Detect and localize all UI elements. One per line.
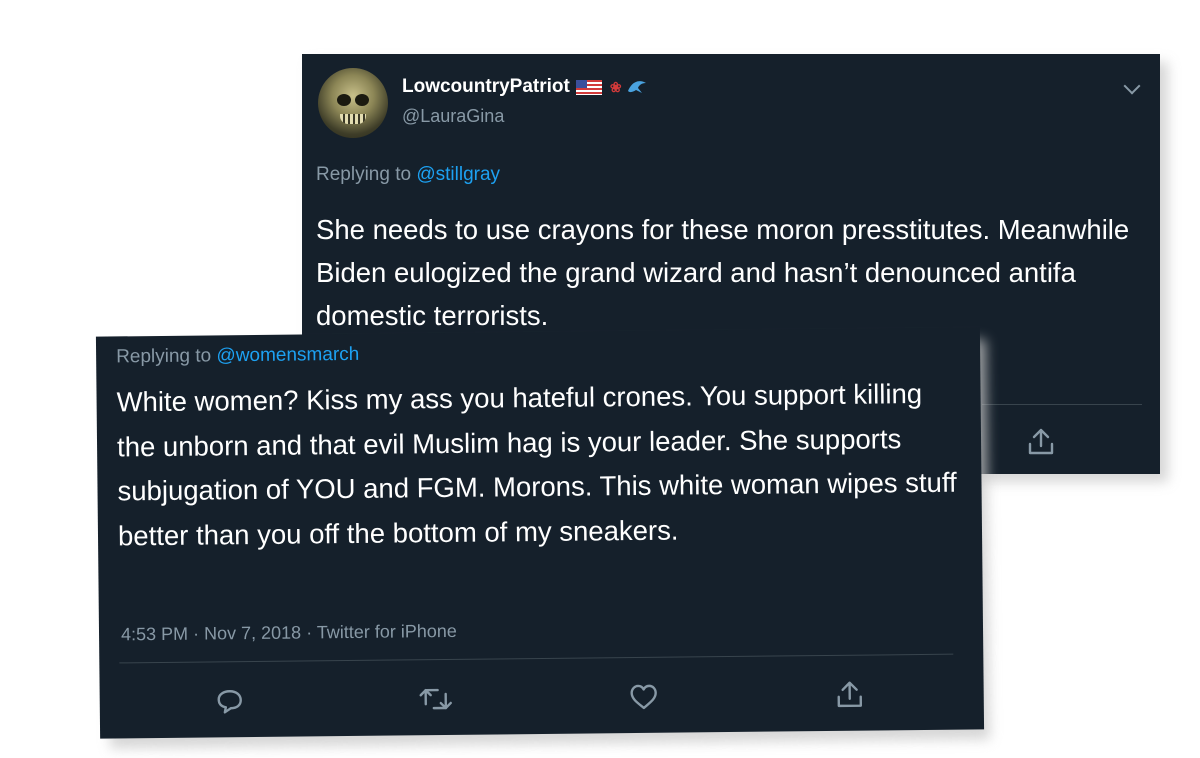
replying-to-line: Replying to @womensmarch [116,344,359,369]
replying-prefix: Replying to [116,345,212,368]
tweet-timestamp[interactable]: 4:53 PM · Nov 7, 2018 · Twitter for iPho… [121,621,457,646]
chevron-down-icon[interactable] [1123,77,1141,95]
divider [982,404,1142,405]
display-name-row[interactable]: LowcountryPatriot ❀ [402,76,648,98]
replying-to-mention[interactable]: @stillgray [416,164,500,185]
display-name[interactable]: LowcountryPatriot [402,76,570,98]
retweet-button[interactable] [416,679,456,719]
like-button[interactable] [624,677,664,717]
replying-to-mention[interactable]: @womensmarch [216,344,359,366]
skull-eye-left [337,94,351,106]
tweet-text: White women? Kiss my ass you hateful cro… [116,377,957,551]
us-flag-icon [575,79,602,95]
like-icon [630,684,657,710]
share-button[interactable] [830,675,870,715]
tweet-actions-bar [120,674,954,723]
share-icon [1028,428,1054,455]
share-icon [837,681,863,708]
avatar[interactable] [318,68,388,138]
reply-button[interactable] [210,681,250,721]
dolphin-icon [627,81,646,93]
tweet-text: She needs to use crayons for these moron… [316,214,1130,331]
tweet-card-reply-womensmarch: Replying to @womensmarch White women? Ki… [95,327,985,739]
skull-jaw [340,114,366,124]
paw-prints-icon: ❀ [609,78,622,95]
reply-icon [217,690,242,714]
divider [119,653,954,664]
user-handle[interactable]: @LauraGina [402,106,504,127]
skull-eye-right [355,94,369,106]
retweet-icon [419,688,452,710]
share-button[interactable] [1024,427,1058,462]
replying-prefix: Replying to [316,164,412,185]
replying-to-line: Replying to @stillgray [316,164,500,186]
